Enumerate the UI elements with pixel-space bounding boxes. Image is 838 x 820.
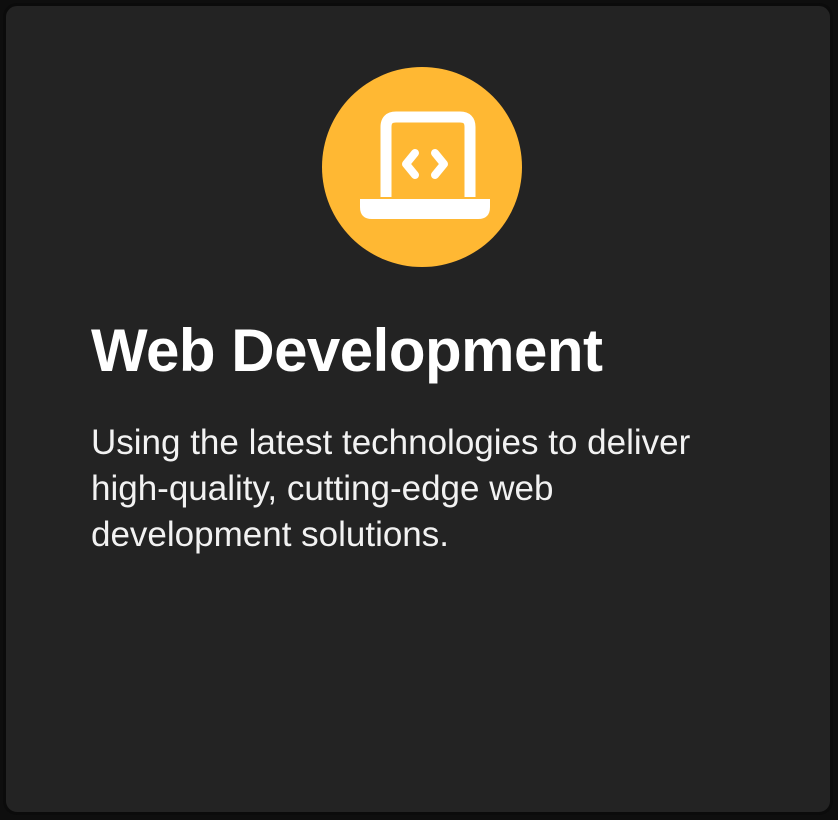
service-card: Web Development Using the latest technol… [3,3,833,815]
icon-badge [322,67,522,267]
card-title: Web Development [91,317,603,384]
laptop-code-icon [360,111,490,219]
card-description: Using the latest technologies to deliver… [91,423,691,554]
